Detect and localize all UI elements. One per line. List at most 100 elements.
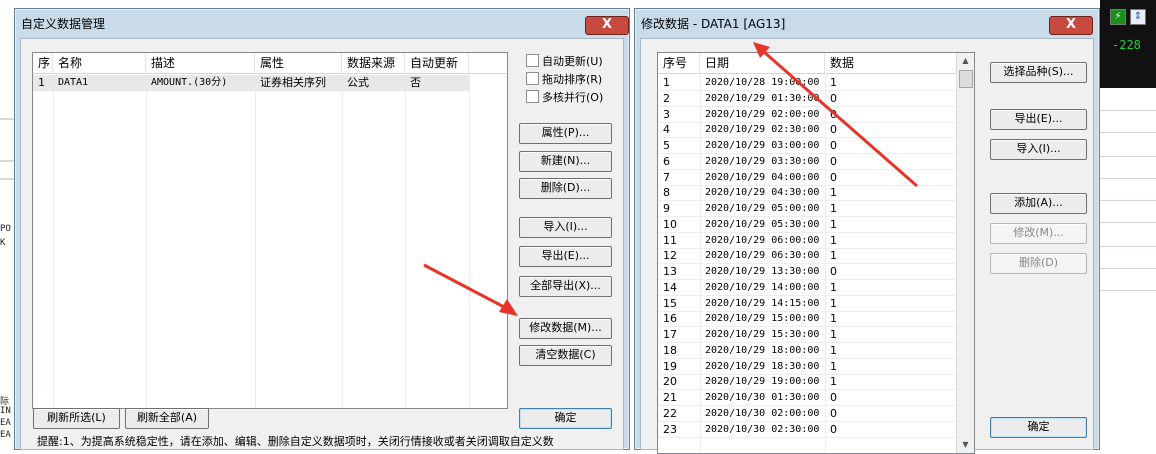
- row-index: 6: [663, 154, 670, 168]
- table-row[interactable]: 1 2020/10/28 19:00:00 1: [658, 75, 956, 91]
- table-row[interactable]: 4 2020/10/29 02:30:00 0: [658, 122, 956, 138]
- modify-data-window: 修改数据 - DATA1 [AG13] X 序号 日期 数据 1 2020/10/…: [634, 8, 1100, 454]
- properties-button[interactable]: 属性(P)...: [519, 123, 612, 144]
- modify-data-button[interactable]: 修改数据(M)...: [519, 318, 612, 339]
- list-header: 序 名称 描述 属性 数据来源 自动更新: [33, 53, 507, 74]
- table-row[interactable]: 23 2020/10/30 02:30:00 0: [658, 422, 956, 438]
- table-row[interactable]: 13 2020/10/29 13:30:00 0: [658, 264, 956, 280]
- table-row[interactable]: 16 2020/10/29 15:00:00 1: [658, 311, 956, 327]
- data-list[interactable]: 序号 日期 数据 1 2020/10/28 19:00:00 1 2 2020/10/2…: [657, 52, 975, 454]
- row-index: 8: [663, 186, 670, 200]
- row-value: 0: [830, 91, 837, 105]
- lightning-icon[interactable]: ⚡: [1110, 9, 1126, 25]
- auto-update-checkbox[interactable]: 自动更新(U): [526, 54, 603, 68]
- row-date: 2020/10/29 02:30:00: [705, 124, 820, 136]
- vertical-scrollbar[interactable]: ▲ ▼: [956, 53, 974, 453]
- scroll-up-icon[interactable]: ▲: [957, 53, 974, 69]
- table-row[interactable]: 2 2020/10/29 01:30:00 0: [658, 91, 956, 107]
- clear-data-button[interactable]: 清空数据(C): [519, 345, 612, 366]
- column-header[interactable]: 属性: [255, 53, 342, 73]
- row-index: 16: [663, 312, 677, 326]
- delete-button[interactable]: 删除(D)...: [519, 178, 612, 199]
- row-date: 2020/10/29 15:30:00: [705, 329, 820, 340]
- table-row[interactable]: 18 2020/10/29 18:00:00 1: [658, 343, 956, 359]
- row-value: 1: [830, 343, 837, 357]
- background-divider: [0, 178, 14, 180]
- table-row[interactable]: 8 2020/10/29 04:30:00 1: [658, 185, 956, 201]
- table-row[interactable]: 9 2020/10/29 05:00:00 1: [658, 201, 956, 217]
- table-row[interactable]: 7 2020/10/29 04:00:00 0: [658, 170, 956, 186]
- row-value: 0: [830, 107, 837, 121]
- dialog-body: 序号 日期 数据 1 2020/10/28 19:00:00 1 2 2020/10/2…: [640, 38, 1094, 454]
- background-text: EA: [0, 430, 11, 440]
- row-value: 1: [830, 76, 837, 89]
- table-row[interactable]: 3 2020/10/29 02:00:00 0: [658, 107, 956, 123]
- row-divider: [658, 436, 956, 438]
- row-value: 1: [830, 249, 837, 263]
- drag-sort-checkbox[interactable]: 拖动排序(R): [526, 72, 602, 86]
- row-index: 14: [663, 280, 677, 294]
- close-button[interactable]: X: [1049, 16, 1093, 35]
- new-button[interactable]: 新建(N)...: [519, 151, 612, 172]
- custom-data-list[interactable]: 序 名称 描述 属性 数据来源 自动更新 1 DATA1 AMOUNT.(30分…: [32, 52, 508, 409]
- scroll-down-icon[interactable]: ▼: [957, 437, 974, 453]
- column-header[interactable]: 数据: [825, 53, 955, 73]
- export-button[interactable]: 导出(E)...: [990, 109, 1087, 130]
- import-button[interactable]: 导入(I)...: [990, 139, 1087, 160]
- table-row[interactable]: 10 2020/10/29 05:30:00 1: [658, 217, 956, 233]
- row-date: 2020/10/30 01:30:00: [705, 392, 820, 403]
- row-date: 2020/10/28 19:00:00: [705, 77, 820, 88]
- refresh-all-button[interactable]: 刷新全部(A): [125, 408, 209, 429]
- column-header[interactable]: 名称: [53, 53, 146, 73]
- up-down-arrow-icon[interactable]: ⇕: [1130, 9, 1146, 25]
- row-date: 2020/10/29 03:00:00: [705, 140, 820, 151]
- column-divider: [700, 73, 701, 453]
- import-button[interactable]: 导入(I)...: [519, 217, 612, 238]
- column-header[interactable]: 数据来源: [342, 53, 405, 73]
- table-row[interactable]: 17 2020/10/29 15:30:00 1: [658, 327, 956, 343]
- table-row[interactable]: 11 2020/10/29 06:00:00 1: [658, 233, 956, 249]
- row-attribute: 证券相关序列: [260, 76, 326, 89]
- table-row[interactable]: 22 2020/10/30 02:00:00 0: [658, 406, 956, 422]
- table-row[interactable]: 12 2020/10/29 06:30:00 1: [658, 248, 956, 264]
- modify-button[interactable]: 修改(M)...: [990, 223, 1087, 244]
- scroll-thumb[interactable]: [959, 70, 973, 88]
- table-row[interactable]: 19 2020/10/29 18:30:00 1: [658, 359, 956, 375]
- column-header[interactable]: 序号: [658, 53, 700, 73]
- export-button[interactable]: 导出(E)...: [519, 246, 612, 267]
- ok-button[interactable]: 确定: [990, 417, 1087, 438]
- row-date: 2020/10/29 04:00:00: [705, 171, 820, 183]
- column-header[interactable]: 日期: [700, 53, 825, 73]
- select-variety-button[interactable]: 选择品种(S)...: [990, 62, 1087, 83]
- table-row[interactable]: 21 2020/10/30 01:30:00 0: [658, 390, 956, 406]
- ok-button[interactable]: 确定: [519, 408, 612, 429]
- column-header[interactable]: 自动更新: [405, 53, 469, 73]
- background-divider: [0, 118, 14, 120]
- column-header[interactable]: 序: [33, 53, 53, 73]
- table-row[interactable]: 1 DATA1 AMOUNT.(30分) 证券相关序列 公式 否: [33, 75, 469, 91]
- row-index: 7: [663, 170, 670, 184]
- table-row[interactable]: 5 2020/10/29 03:00:00 0: [658, 138, 956, 154]
- refresh-selected-button[interactable]: 刷新所选(L): [33, 408, 120, 429]
- column-header[interactable]: 描述: [146, 53, 255, 73]
- table-row[interactable]: 6 2020/10/29 03:30:00 0: [658, 154, 956, 170]
- dialog-body: 序 名称 描述 属性 数据来源 自动更新 1 DATA1 AMOUNT.(30分…: [20, 38, 624, 450]
- row-index: 11: [663, 233, 677, 247]
- row-date: 2020/10/29 01:30:00: [705, 92, 820, 104]
- row-index: 4: [663, 123, 670, 137]
- row-value: 1: [830, 328, 837, 341]
- row-value: 0: [830, 422, 837, 436]
- row-index: 17: [663, 328, 677, 341]
- delete-button[interactable]: 删除(D): [990, 253, 1087, 274]
- close-button[interactable]: X: [585, 16, 629, 35]
- export-all-button[interactable]: 全部导出(X)...: [519, 276, 612, 297]
- row-value: 1: [830, 280, 837, 294]
- add-button[interactable]: 添加(A)...: [990, 193, 1087, 214]
- table-row[interactable]: 15 2020/10/29 14:15:00 1: [658, 296, 956, 312]
- multicore-checkbox[interactable]: 多核并行(O): [526, 90, 603, 104]
- row-index: 18: [663, 343, 677, 357]
- row-description: AMOUNT.(30分): [151, 77, 228, 88]
- table-row[interactable]: 20 2020/10/29 19:00:00 1: [658, 374, 956, 390]
- table-row[interactable]: 14 2020/10/29 14:00:00 1: [658, 280, 956, 296]
- row-index: 2: [663, 91, 670, 105]
